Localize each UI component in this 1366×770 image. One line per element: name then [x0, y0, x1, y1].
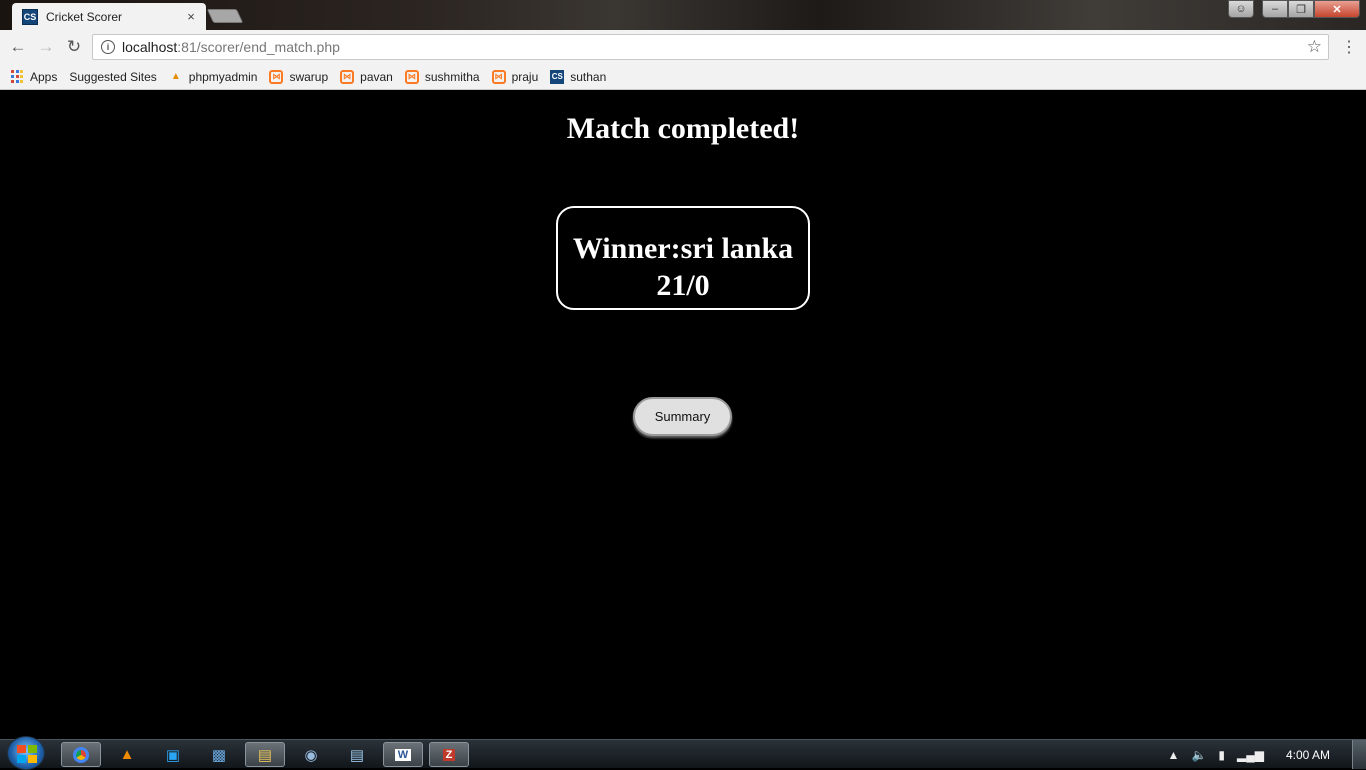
bookmark-phpmyadmin[interactable]: ▲ phpmyadmin [169, 70, 258, 84]
windows-taskbar: ▲ ▣ ▩ ▤ ◉ ▤ W Z ▲ 🔈 ▮ ▂▄▆ 4:00 AM [0, 736, 1366, 770]
bookmark-sushmitha[interactable]: ⋈ sushmitha [404, 69, 480, 84]
bookmark-label: Apps [30, 69, 58, 84]
word-icon[interactable]: W [383, 742, 423, 767]
explorer-icon[interactable]: ▤ [245, 742, 285, 767]
bookmark-label: suthan [570, 69, 607, 84]
windows-logo-icon [17, 745, 37, 763]
site-info-icon[interactable]: i [101, 40, 115, 54]
winner-text: Winner:sri lanka [572, 232, 794, 265]
xampp-icon: ⋈ [404, 69, 419, 84]
url-text[interactable]: localhost:81/scorer/end_match.php [122, 39, 340, 55]
system-tray: ▲ 🔈 ▮ ▂▄▆ 4:00 AM [1168, 740, 1356, 769]
browser-menu-icon[interactable]: ⋮ [1341, 37, 1357, 57]
vlc-icon[interactable]: ▲ [107, 742, 147, 767]
minimize-icon[interactable]: – [1262, 0, 1288, 18]
signal-icon[interactable]: ▂▄▆ [1237, 748, 1264, 762]
address-bar[interactable]: i localhost:81/scorer/end_match.php ☆ [92, 34, 1329, 60]
new-tab-button[interactable] [206, 9, 244, 23]
tab-title: Cricket Scorer [46, 9, 123, 24]
chrome-icon[interactable] [61, 742, 101, 767]
bookmarks-bar: Apps Suggested Sites ▲ phpmyadmin ⋈ swar… [0, 64, 1366, 167]
cs-icon: CS [550, 69, 565, 84]
paint-icon[interactable]: ◉ [291, 742, 331, 767]
filezilla-icon[interactable]: Z [429, 742, 469, 767]
window-titlebar: CS Cricket Scorer × ☺ – ❐ ✕ [0, 0, 1366, 30]
bookmark-label: pavan [360, 69, 393, 84]
back-arrow-icon[interactable]: ← [8, 37, 28, 57]
bookmark-suggested-sites[interactable]: Suggested Sites [0, 69, 157, 167]
control-panel-icon[interactable]: ▩ [199, 742, 239, 767]
page-body: Match completed! Winner:sri lanka 21/0 S… [0, 90, 1366, 739]
bookmark-label: Suggested Sites [69, 69, 157, 84]
bookmark-swarup[interactable]: ⋈ swarup [269, 69, 329, 84]
tray-expand-icon[interactable]: ▲ [1168, 748, 1180, 762]
maximize-icon[interactable]: ❐ [1288, 0, 1314, 18]
profile-icon[interactable]: ☺ [1228, 0, 1254, 18]
page-title: Match completed! [566, 112, 800, 145]
xampp-icon: ⋈ [269, 69, 284, 84]
volume-icon[interactable]: 🔈 [1191, 748, 1206, 762]
power-icon[interactable]: ▮ [1218, 748, 1225, 762]
cs-favicon-icon: CS [22, 8, 38, 25]
bookmark-label: sushmitha [424, 69, 480, 84]
summary-button[interactable]: Summary [633, 397, 732, 436]
apps-icon [10, 69, 24, 84]
bookmark-label: praju [511, 69, 539, 84]
winner-score: 21/0 [656, 269, 710, 302]
xampp-icon: ⋈ [491, 69, 506, 84]
bookmark-label: swarup [289, 69, 329, 84]
bookmark-suthan[interactable]: CS suthan [550, 69, 607, 84]
browser-toolbar: ← → ↻ i localhost:81/scorer/end_match.ph… [0, 30, 1366, 64]
winner-box: Winner:sri lanka 21/0 [556, 206, 810, 310]
start-button[interactable] [7, 736, 45, 770]
tab-close-icon[interactable]: × [184, 9, 198, 24]
window-controls: ☺ [1228, 0, 1260, 18]
close-window-icon[interactable]: ✕ [1314, 0, 1360, 18]
bookmark-apps[interactable]: Apps [10, 70, 57, 84]
bookmark-star-icon[interactable]: ☆ [1307, 37, 1322, 57]
show-desktop-button[interactable] [1352, 740, 1366, 769]
forward-arrow-icon[interactable]: → [36, 37, 56, 57]
url-host: localhost [122, 39, 178, 55]
bookmark-praju[interactable]: ⋈ praju [491, 69, 539, 84]
xampp-icon: ⋈ [340, 69, 355, 84]
bookmark-pavan[interactable]: ⋈ pavan [340, 69, 393, 84]
notepad-icon[interactable]: ▤ [337, 742, 377, 767]
url-path: :81/scorer/end_match.php [177, 39, 340, 55]
clock[interactable]: 4:00 AM [1286, 748, 1330, 762]
tab-cricket-scorer[interactable]: CS Cricket Scorer × [12, 3, 206, 30]
reload-icon[interactable]: ↻ [64, 37, 84, 57]
window-buttons: – ❐ ✕ [1262, 0, 1360, 18]
bookmark-label: phpmyadmin [188, 69, 258, 84]
phpmyadmin-icon: ▲ [170, 71, 181, 82]
network-icon[interactable]: ▣ [153, 742, 193, 767]
